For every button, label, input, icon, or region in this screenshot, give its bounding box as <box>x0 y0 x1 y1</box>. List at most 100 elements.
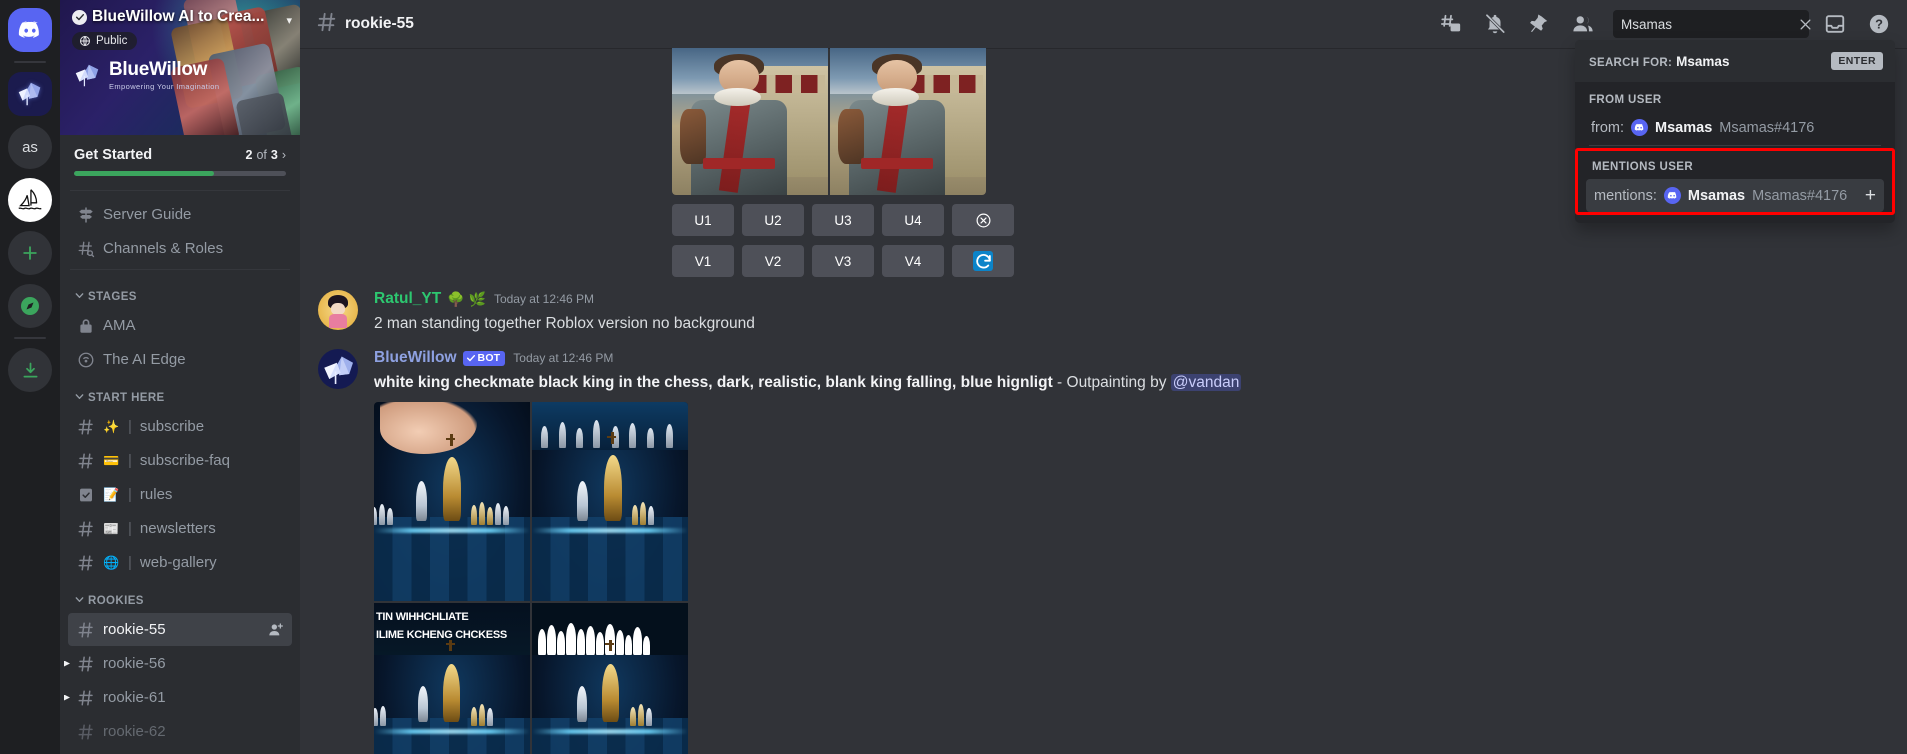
sidebar-item-rookie-62[interactable]: rookie-62 <box>68 715 292 748</box>
channel-separator: | <box>128 418 132 435</box>
sidebar-divider-2 <box>70 269 290 270</box>
message[interactable]: Ratul_YT 🌳 🌿 Today at 12:46 PM 2 man sta… <box>300 277 1907 336</box>
notification-mute-icon[interactable] <box>1482 11 1508 37</box>
message-author[interactable]: BlueWillow <box>374 349 457 368</box>
server-name-header[interactable]: BlueWillow AI to Crea... <box>72 8 290 26</box>
bot-badge-label: BOT <box>477 351 501 364</box>
search-suggestions-dropdown[interactable]: SEARCH FOR: Msamas ENTER FROM USER from: … <box>1575 40 1895 223</box>
chevron-down-icon[interactable]: ▾ <box>286 14 292 27</box>
signpost-icon <box>76 206 96 224</box>
sidebar-item-web-gallery[interactable]: 🌐 | web-gallery <box>68 546 292 579</box>
get-started-title: Get Started <box>74 147 153 163</box>
channel-emoji: 💳 <box>103 452 120 468</box>
upscale-button-u1[interactable]: U1 <box>672 204 734 236</box>
add-server-button[interactable] <box>8 231 52 275</box>
member-list-icon[interactable] <box>1570 11 1596 37</box>
server-icon-bluewillow[interactable] <box>8 72 52 116</box>
search-box[interactable] <box>1613 10 1811 38</box>
channel-label: rules <box>139 486 173 503</box>
image-tile[interactable]: TIN WIHHCHLIATE ILIME KCHENG CHCKESS <box>374 602 530 754</box>
server-banner[interactable]: BlueWillow AI to Crea... ▾ Public BlueWi… <box>60 0 300 135</box>
close-icon[interactable] <box>1798 17 1813 32</box>
message[interactable]: BlueWillow BOT Today at 12:46 PM white k… <box>300 336 1907 754</box>
channel-title-group: rookie-55 <box>316 11 414 38</box>
message-body: BlueWillow BOT Today at 12:46 PM white k… <box>374 349 1891 754</box>
channel-list[interactable]: Server Guide Channels & Roles STAGES AMA T… <box>60 197 300 754</box>
rules-icon <box>76 486 96 504</box>
sidebar-item-subscribe-faq[interactable]: 💳 | subscribe-faq <box>68 444 292 477</box>
cancel-job-icon[interactable] <box>952 204 1014 236</box>
get-started-progress-bar <box>74 171 286 176</box>
upscale-button-u3[interactable]: U3 <box>812 204 874 236</box>
channel-label: rookie-62 <box>103 723 166 740</box>
chevron-right-icon: › <box>281 148 286 162</box>
pinned-messages-icon[interactable] <box>1526 11 1552 37</box>
sidebar-item-rules[interactable]: 📝 | rules <box>68 478 292 511</box>
upscale-button-u4[interactable]: U4 <box>882 204 944 236</box>
sidebar-item-subscribe[interactable]: ✨ | subscribe <box>68 410 292 443</box>
hash-icon <box>76 452 96 470</box>
image-tile[interactable] <box>374 401 530 601</box>
chess-pieces-silhouette <box>538 611 651 655</box>
help-icon[interactable]: ? <box>1866 11 1892 37</box>
image-tile[interactable] <box>532 401 688 601</box>
button-label: V4 <box>904 253 922 269</box>
variation-button-row[interactable]: V1 V2 V3 V4 <box>672 245 1891 277</box>
search-input[interactable] <box>1621 16 1798 32</box>
sidebar-item-server-guide[interactable]: Server Guide <box>68 198 292 231</box>
image-tile[interactable] <box>532 602 688 754</box>
unread-indicator <box>64 660 70 667</box>
sidebar-item-ama[interactable]: AMA <box>68 309 292 342</box>
sidebar-item-rookie-61[interactable]: rookie-61 <box>64 681 292 714</box>
search-filter-mentions-user[interactable]: mentions: Msamas Msamas#4176 + <box>1586 179 1884 212</box>
image-grid-knights[interactable] <box>672 48 986 195</box>
message-timestamp: Today at 12:46 PM <box>513 351 614 366</box>
sidebar-item-channels-roles-label: Channels & Roles <box>103 240 224 257</box>
sidebar-item-newsletters[interactable]: 📰 | newsletters <box>68 512 292 545</box>
mention-link[interactable]: @vandan <box>1170 373 1242 391</box>
variation-button-v1[interactable]: V1 <box>672 245 734 277</box>
avatar[interactable] <box>318 348 358 389</box>
sidebar-item-the-ai-edge[interactable]: The AI Edge <box>68 343 292 376</box>
button-label: U4 <box>904 212 922 228</box>
message-author[interactable]: Ratul_YT <box>374 290 441 309</box>
category-header-stages[interactable]: STAGES <box>60 276 300 308</box>
add-filter-icon[interactable]: + <box>1865 186 1876 205</box>
variation-button-v2[interactable]: V2 <box>742 245 804 277</box>
server-icon-midjourney[interactable] <box>8 178 52 222</box>
sidebar-item-channels-roles[interactable]: Channels & Roles <box>68 232 292 265</box>
image-grid-chess[interactable]: TIN WIHHCHLIATE ILIME KCHENG CHCKESS <box>374 401 688 754</box>
variation-button-v4[interactable]: V4 <box>882 245 944 277</box>
category-header-rookies[interactable]: ROOKIES <box>60 580 300 612</box>
threads-icon[interactable] <box>1438 11 1464 37</box>
category-label: START HERE <box>88 392 165 404</box>
inbox-icon[interactable] <box>1822 11 1848 37</box>
download-apps-button[interactable] <box>8 348 52 392</box>
image-overlay-text: ILIME KCHENG CHCKESS <box>376 628 507 641</box>
filter-user-tag: Msamas#4176 <box>1719 119 1815 136</box>
sidebar-item-rookie-56[interactable]: rookie-56 <box>64 647 292 680</box>
search-filter-from-user[interactable]: from: Msamas Msamas#4176 <box>1583 112 1887 143</box>
get-started-section[interactable]: Get Started 2 of 3 › <box>60 135 300 186</box>
channel-separator: | <box>128 554 132 571</box>
channel-label: The AI Edge <box>103 351 186 368</box>
button-label: U3 <box>834 212 852 228</box>
message-text: 2 man standing together Roblox version n… <box>374 314 755 332</box>
chevron-down-icon <box>74 290 85 304</box>
filter-username: Msamas <box>1687 187 1746 204</box>
variation-button-v3[interactable]: V3 <box>812 245 874 277</box>
discord-home-button[interactable] <box>8 8 52 52</box>
explore-servers-button[interactable] <box>8 284 52 328</box>
search-for-row: SEARCH FOR: Msamas ENTER <box>1575 40 1895 82</box>
sidebar-item-rookie-55[interactable]: rookie-55 <box>68 613 292 646</box>
upscale-button-u2[interactable]: U2 <box>742 204 804 236</box>
image-tile[interactable] <box>830 48 986 195</box>
server-icon-as[interactable]: as <box>8 125 52 169</box>
add-member-icon[interactable] <box>268 622 284 638</box>
image-tile[interactable] <box>672 48 828 195</box>
category-header-start-here[interactable]: START HERE <box>60 377 300 409</box>
reroll-icon[interactable] <box>952 245 1014 277</box>
channel-label: subscribe <box>139 418 205 435</box>
avatar[interactable] <box>318 290 358 330</box>
channel-emoji: 📝 <box>103 486 120 502</box>
